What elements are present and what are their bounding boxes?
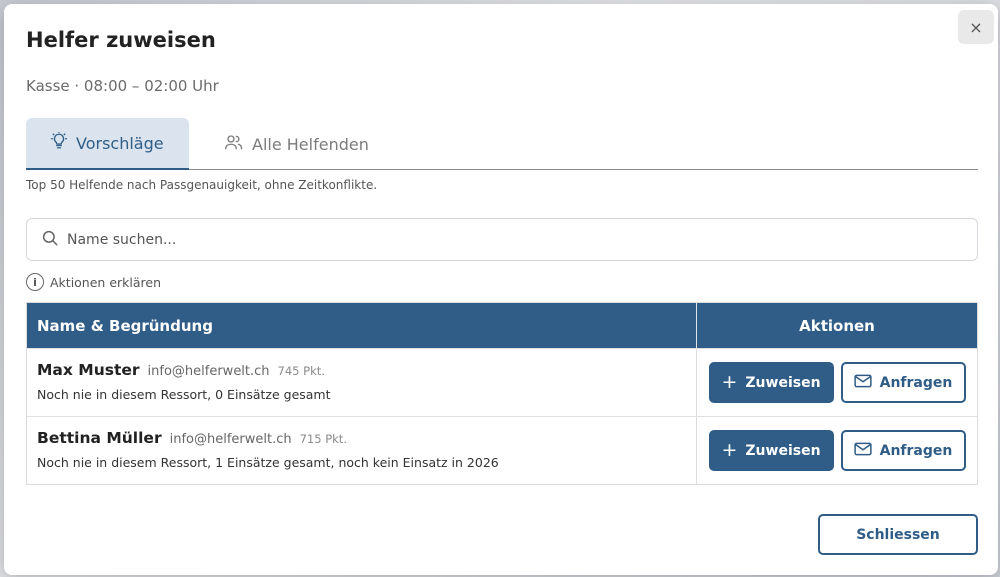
helper-email: info@helferwelt.ch bbox=[169, 432, 292, 447]
tab-all-helpers[interactable]: Alle Helfenden bbox=[224, 118, 369, 170]
helper-info-cell: Bettina Müller info@helferwelt.ch 715 Pk… bbox=[27, 417, 697, 484]
tab-suggestions[interactable]: Vorschläge bbox=[26, 118, 189, 170]
lightbulb-icon bbox=[50, 131, 68, 154]
explain-actions-label: Aktionen erklären bbox=[50, 274, 161, 290]
info-icon: i bbox=[26, 273, 44, 291]
users-icon bbox=[224, 133, 244, 155]
close-button[interactable]: Schliessen bbox=[818, 514, 978, 555]
column-header-name: Name & Begründung bbox=[27, 303, 697, 348]
dialog-title: Helfer zuweisen bbox=[26, 28, 216, 52]
actions-cell: + Zuweisen Anfragen bbox=[697, 417, 977, 484]
table-row: Bettina Müller info@helferwelt.ch 715 Pk… bbox=[27, 416, 977, 484]
helper-info-cell: Max Muster info@helferwelt.ch 745 Pkt. N… bbox=[27, 349, 697, 416]
assign-button[interactable]: + Zuweisen bbox=[708, 362, 834, 403]
close-icon[interactable]: × bbox=[958, 10, 994, 44]
helper-name: Max Muster bbox=[37, 361, 140, 379]
helper-points: 715 Pkt. bbox=[299, 432, 347, 446]
search-input[interactable] bbox=[67, 231, 947, 248]
search-box bbox=[26, 218, 978, 261]
helper-reason: Noch nie in diesem Ressort, 0 Einsätze g… bbox=[37, 387, 331, 402]
plus-icon: + bbox=[721, 439, 738, 461]
helpers-table: Name & Begründung Aktionen Max Muster in… bbox=[26, 302, 978, 485]
mail-icon bbox=[854, 442, 872, 460]
actions-cell: + Zuweisen Anfragen bbox=[697, 349, 977, 416]
table-header: Name & Begründung Aktionen bbox=[27, 303, 977, 348]
tab-bar: Vorschläge Alle Helfenden bbox=[26, 118, 978, 170]
tab-all-helpers-label: Alle Helfenden bbox=[252, 134, 369, 154]
assign-button-label: Zuweisen bbox=[745, 442, 821, 459]
shift-subtitle: Kasse · 08:00 – 02:00 Uhr bbox=[26, 77, 219, 95]
helper-reason: Noch nie in diesem Ressort, 1 Einsätze g… bbox=[37, 455, 499, 470]
request-button-label: Anfragen bbox=[879, 374, 953, 391]
column-header-actions: Aktionen bbox=[799, 316, 875, 335]
mail-icon bbox=[854, 374, 872, 392]
assign-button[interactable]: + Zuweisen bbox=[708, 430, 834, 471]
request-button[interactable]: Anfragen bbox=[840, 362, 966, 403]
tab-suggestions-label: Vorschläge bbox=[76, 133, 164, 153]
helper-points: 745 Pkt. bbox=[277, 364, 325, 378]
explain-actions-link[interactable]: i Aktionen erklären bbox=[26, 273, 161, 291]
request-button-label: Anfragen bbox=[879, 442, 953, 459]
plus-icon: + bbox=[721, 371, 738, 393]
table-row: Max Muster info@helferwelt.ch 745 Pkt. N… bbox=[27, 348, 977, 416]
assign-helper-dialog: × Helfer zuweisen Kasse · 08:00 – 02:00 … bbox=[4, 4, 998, 575]
search-icon bbox=[41, 229, 59, 251]
helper-email: info@helferwelt.ch bbox=[147, 364, 270, 379]
helper-name: Bettina Müller bbox=[37, 429, 162, 447]
assign-button-label: Zuweisen bbox=[745, 374, 821, 391]
suggestions-hint: Top 50 Helfende nach Passgenauigkeit, oh… bbox=[26, 178, 378, 192]
request-button[interactable]: Anfragen bbox=[840, 430, 966, 471]
